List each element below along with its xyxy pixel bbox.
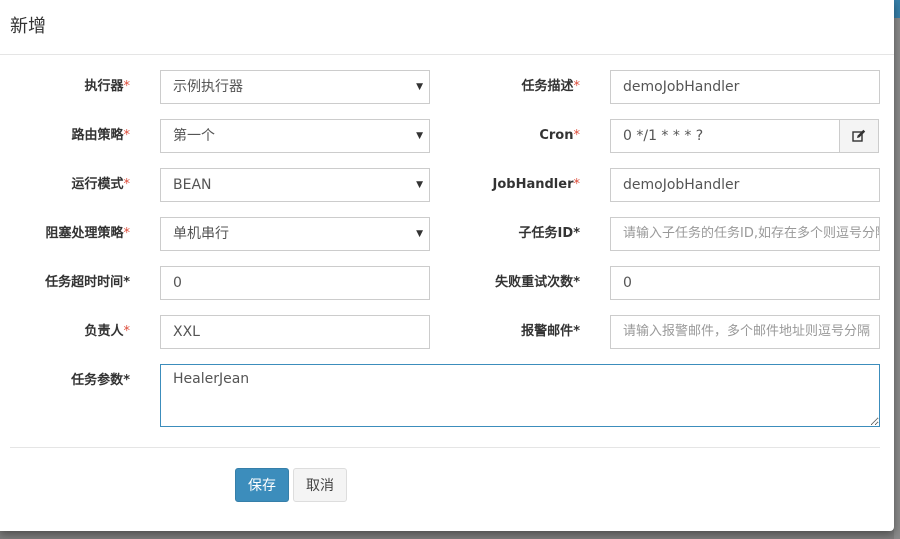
executor-label: 执行器* bbox=[84, 79, 130, 94]
route-strategy-label: 路由策略* bbox=[71, 128, 130, 143]
job-handler-input[interactable]: demoJobHandler bbox=[610, 168, 880, 202]
job-desc-label: 任务描述* bbox=[521, 79, 580, 94]
fail-retry-input[interactable]: 0 bbox=[610, 266, 880, 300]
block-strategy-label: 阻塞处理策略* bbox=[45, 226, 130, 241]
executor-select[interactable]: 示例执行器 ▼ bbox=[160, 70, 430, 104]
executor-select-value: 示例执行器 bbox=[173, 79, 243, 95]
form-divider bbox=[10, 447, 880, 448]
timeout-label: 任务超时时间* bbox=[45, 275, 130, 290]
edit-icon bbox=[852, 129, 866, 142]
caret-down-icon: ▼ bbox=[416, 82, 423, 92]
add-job-modal: 新增 执行器* 示例执行器 ▼ 任务描述* demoJobHandler 路由策… bbox=[0, 0, 894, 531]
caret-down-icon: ▼ bbox=[416, 229, 423, 239]
route-strategy-select[interactable]: 第一个 ▼ bbox=[160, 119, 430, 153]
fail-retry-label: 失败重试次数* bbox=[495, 275, 580, 290]
alarm-email-label: 报警邮件* bbox=[521, 324, 580, 339]
block-strategy-select[interactable]: 单机串行 ▼ bbox=[160, 217, 430, 251]
author-label: 负责人* bbox=[84, 324, 130, 339]
job-param-textarea[interactable]: HealerJean bbox=[160, 364, 880, 427]
caret-down-icon: ▼ bbox=[416, 131, 423, 141]
run-mode-select[interactable]: BEAN ▼ bbox=[160, 168, 430, 202]
job-param-label: 任务参数* bbox=[71, 373, 130, 388]
page-backdrop bbox=[894, 0, 900, 539]
backdrop-header-strip bbox=[894, 0, 900, 18]
cron-input[interactable]: 0 */1 * * * ? bbox=[610, 119, 840, 153]
cron-edit-button[interactable] bbox=[839, 119, 879, 153]
run-mode-label: 运行模式* bbox=[71, 177, 130, 192]
job-desc-input[interactable]: demoJobHandler bbox=[610, 70, 880, 104]
child-job-id-input[interactable]: 请输入子任务的任务ID,如存在多个则逗号分隔 bbox=[610, 217, 880, 251]
modal-title: 新增 bbox=[10, 16, 46, 37]
cancel-button[interactable]: 取消 bbox=[293, 468, 347, 502]
child-job-id-label: 子任务ID* bbox=[518, 226, 580, 241]
cron-label: Cron* bbox=[539, 128, 580, 143]
route-strategy-select-value: 第一个 bbox=[173, 128, 215, 144]
author-input[interactable]: XXL bbox=[160, 315, 430, 349]
alarm-email-input[interactable]: 请输入报警邮件，多个邮件地址则逗号分隔 bbox=[610, 315, 880, 349]
modal-header: 新增 bbox=[0, 0, 894, 55]
caret-down-icon: ▼ bbox=[416, 180, 423, 190]
block-strategy-select-value: 单机串行 bbox=[173, 226, 229, 242]
run-mode-select-value: BEAN bbox=[173, 177, 212, 193]
save-button[interactable]: 保存 bbox=[235, 468, 289, 502]
job-handler-label: JobHandler* bbox=[492, 177, 580, 192]
timeout-input[interactable]: 0 bbox=[160, 266, 430, 300]
